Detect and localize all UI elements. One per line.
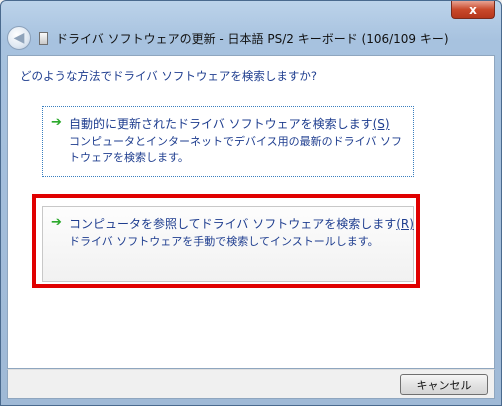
window-title: ドライバ ソフトウェアの更新 - 日本語 PS/2 キーボード (106/109… <box>56 31 449 46</box>
back-arrow-icon: ◀ <box>13 30 25 46</box>
close-button[interactable]: x <box>451 1 495 19</box>
option-title: 自動的に更新されたドライバ ソフトウェアを検索します(S) <box>69 115 390 132</box>
green-arrow-icon: ➔ <box>51 115 62 130</box>
content-panel: どのような方法でドライバ ソフトウェアを検索しますか? ➔ 自動的に更新されたド… <box>7 55 495 369</box>
device-icon <box>39 31 48 45</box>
back-button[interactable]: ◀ <box>7 26 31 50</box>
question-text: どのような方法でドライバ ソフトウェアを検索しますか? <box>20 69 318 83</box>
option-title: コンピュータを参照してドライバ ソフトウェアを検索します(R) <box>69 215 414 232</box>
option-description: ドライバ ソフトウェアを手動で検索してインストールします。 <box>69 235 379 248</box>
close-icon: x <box>469 2 477 17</box>
option-title-text: コンピュータを参照してドライバ ソフトウェアを検索します <box>69 217 397 231</box>
option-description: コンピュータとインターネットでデバイス用の最新のドライバ ソフトウェアを検索しま… <box>69 135 402 164</box>
title-bar: ◀ ドライバ ソフトウェアの更新 - 日本語 PS/2 キーボード (106/1… <box>7 23 495 53</box>
footer-bar: キャンセル <box>7 369 495 399</box>
option-accelerator: (R) <box>396 217 414 231</box>
option-accelerator: (S) <box>372 117 390 131</box>
cancel-button[interactable]: キャンセル <box>400 374 488 395</box>
option-browse-computer[interactable]: ➔ コンピュータを参照してドライバ ソフトウェアを検索します(R) ドライバ ソ… <box>42 206 414 282</box>
green-arrow-icon: ➔ <box>51 215 62 230</box>
dialog-window: x ◀ ドライバ ソフトウェアの更新 - 日本語 PS/2 キーボード (106… <box>0 0 502 406</box>
option-search-automatically[interactable]: ➔ 自動的に更新されたドライバ ソフトウェアを検索します(S) コンピュータとイ… <box>42 106 414 177</box>
option-title-text: 自動的に更新されたドライバ ソフトウェアを検索します <box>69 117 373 131</box>
